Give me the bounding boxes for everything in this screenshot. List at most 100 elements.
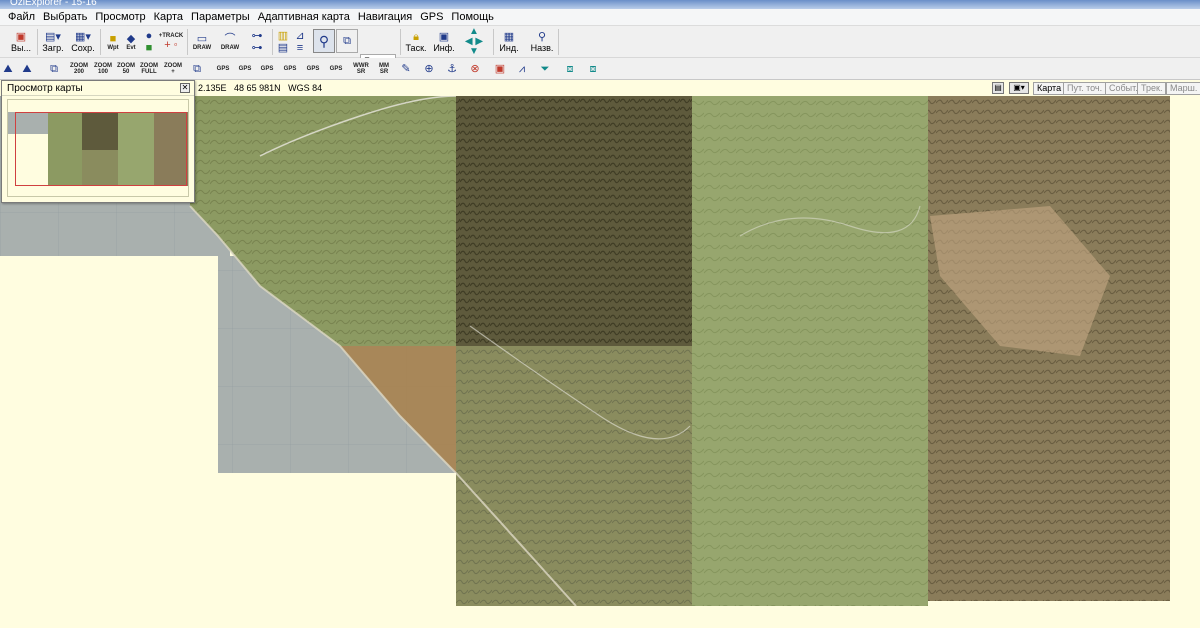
zoom-50-button[interactable]: ZOOM 50 (115, 60, 137, 78)
exit-button[interactable]: ▣ Вы... (8, 28, 34, 56)
map-layer-2-icon: ▤ (277, 42, 289, 54)
track-button[interactable]: +TRACK + ◦ (158, 28, 184, 56)
event-button[interactable]: ◆ Evt (122, 28, 140, 56)
tab-routes[interactable]: Марш. (1166, 82, 1200, 95)
zoom-100-button[interactable]: ZOOM 100 (92, 60, 114, 78)
map-layer-icon: ▥ (277, 30, 289, 42)
filter-icon: ⏷ (540, 63, 550, 75)
zoom-full-label: ZOOM FULL (140, 63, 158, 75)
map-options-icon[interactable]: ▣▾ (1009, 82, 1029, 94)
map-preview-window[interactable]: Просмотр карты ✕ (1, 80, 195, 203)
move-button[interactable]: ▲ ◀ ▶ ▼ (458, 27, 490, 57)
zoom-200-label: ZOOM 200 (70, 63, 88, 75)
chart-button[interactable]: ⊿ ≡ (292, 28, 308, 56)
preview-header[interactable]: Просмотр карты ✕ (2, 81, 194, 96)
tool-4-button[interactable]: ⧉ (190, 60, 204, 78)
menu-help[interactable]: Помощь (447, 11, 498, 23)
menu-parameters[interactable]: Параметры (187, 11, 254, 23)
tab-waypoints[interactable]: Пут. точ. (1063, 82, 1107, 95)
draw-2-button[interactable]: ⌒ DRAW (218, 28, 242, 56)
gps-3-label: GPS (260, 66, 274, 72)
gps-4-label: GPS (283, 66, 297, 72)
waypoint-button[interactable]: ■ Wpt (103, 28, 123, 56)
mm-sr-button[interactable]: MM SR (375, 60, 393, 78)
load-button[interactable]: ▤▾ Загр. (40, 28, 66, 56)
map-tile-dark (456, 96, 692, 346)
secondary-toolbar: ⛰︎ ⛰︎ ⧉ ZOOM 200 ZOOM 100 ZOOM 50 ZOOM F… (0, 58, 1200, 80)
zoom-full-button[interactable]: ZOOM FULL (138, 60, 160, 78)
menu-adaptive-map[interactable]: Адаптивная карта (254, 11, 354, 23)
stop-icon: ⊗ (470, 63, 480, 75)
save-label: Сохр. (71, 43, 95, 53)
anchor-icon: ⚓︎ (447, 63, 457, 75)
menu-select[interactable]: Выбрать (39, 11, 91, 23)
import-icon: ⧈ (589, 63, 597, 75)
stop-button[interactable]: ⊗ (468, 60, 482, 78)
line-icon: ⊶ (251, 30, 263, 42)
gps-6-label: GPS (329, 66, 343, 72)
menu-view[interactable]: Просмотр (91, 11, 149, 23)
draw-button[interactable]: ▭ DRAW (190, 28, 214, 56)
draw-2-icon: ⌒ (224, 33, 236, 45)
graph-button[interactable]: ⩘ (515, 60, 529, 78)
load-label: Загр. (42, 43, 64, 53)
route-icon: ● (145, 30, 153, 42)
preview-viewport-frame[interactable] (15, 112, 187, 186)
photo-button[interactable]: ▣ (493, 60, 507, 78)
track-icon: + ◦ (164, 39, 178, 51)
zoom-plus-button[interactable]: ZOOM + (162, 60, 184, 78)
save-button[interactable]: ▦▾ Сохр. (69, 28, 97, 56)
tool-2-button[interactable]: ⛰︎ (20, 60, 34, 78)
index-button[interactable]: ▦ Инд. (496, 28, 522, 56)
route-button[interactable]: ● ■ (140, 28, 158, 56)
gps-5-button[interactable]: GPS (304, 60, 322, 78)
anchor-button[interactable]: ⚓︎ (445, 60, 459, 78)
task-label: Таск. (405, 43, 427, 53)
target-button[interactable]: ⊕ (422, 60, 436, 78)
menu-gps[interactable]: GPS (416, 11, 447, 23)
close-icon[interactable]: ✕ (180, 83, 190, 93)
tab-map[interactable]: Карта (1033, 82, 1066, 95)
separator (187, 29, 188, 55)
gps-1-button[interactable]: GPS (214, 60, 232, 78)
map-list-icon[interactable]: ▤ (992, 82, 1004, 94)
preview-thumbnail[interactable] (7, 99, 189, 197)
name-button[interactable]: ⚲ Назв. (528, 28, 556, 56)
select-tool-button[interactable]: ⧉ (336, 29, 358, 53)
filter-button[interactable]: ⏷ (538, 60, 552, 78)
menu-bar: Файл Выбрать Просмотр Карта Параметры Ад… (0, 9, 1200, 26)
info-button[interactable]: ▣ Инф. (431, 28, 457, 56)
tool-3-button[interactable]: ⧉ (46, 60, 62, 78)
menu-navigation[interactable]: Навигация (354, 11, 416, 23)
menu-map[interactable]: Карта (150, 11, 187, 23)
coordinates: 2.135E 48 65 981N WGS 84 (198, 83, 322, 93)
task-icon: 🔒︎ (413, 31, 419, 43)
mm-sr-label: MM SR (379, 63, 389, 75)
window-title: OziExplorer - 15-16 (10, 0, 97, 8)
gps-2-button[interactable]: GPS (236, 60, 254, 78)
export-button[interactable]: ⧈ (563, 60, 577, 78)
wr-sr-label: WWR SR (353, 63, 369, 75)
empty-area-left (0, 256, 218, 628)
menu-file[interactable]: Файл (4, 11, 39, 23)
title-bar: OziExplorer - 15-16 (0, 0, 1200, 9)
zoom-200-button[interactable]: ZOOM 200 (68, 60, 90, 78)
info-icon: ▣ (438, 31, 450, 43)
tool-1-button[interactable]: ⛰︎ (1, 60, 15, 78)
draw-icon: ▭ (196, 33, 208, 45)
map-layer-button[interactable]: ▥ ▤ (275, 28, 291, 56)
pen-button[interactable]: ✎ (399, 60, 413, 78)
task-button[interactable]: 🔒︎ Таск. (403, 28, 429, 56)
zoom-plus-label: ZOOM + (164, 63, 182, 75)
import-button[interactable]: ⧈ (586, 60, 600, 78)
mountain-icon: ⛰︎ (3, 63, 13, 75)
line-2-icon: ⊶ (251, 42, 263, 54)
line-button[interactable]: ⊶ ⊶ (246, 28, 268, 56)
wr-sr-button[interactable]: WWR SR (352, 60, 370, 78)
route-square-icon: ■ (145, 42, 153, 54)
gps-4-button[interactable]: GPS (281, 60, 299, 78)
tab-tracks[interactable]: Трек. (1137, 82, 1167, 95)
gps-6-button[interactable]: GPS (327, 60, 345, 78)
gps-3-button[interactable]: GPS (258, 60, 276, 78)
zoom-tool-button[interactable]: ⚲ (313, 29, 335, 53)
